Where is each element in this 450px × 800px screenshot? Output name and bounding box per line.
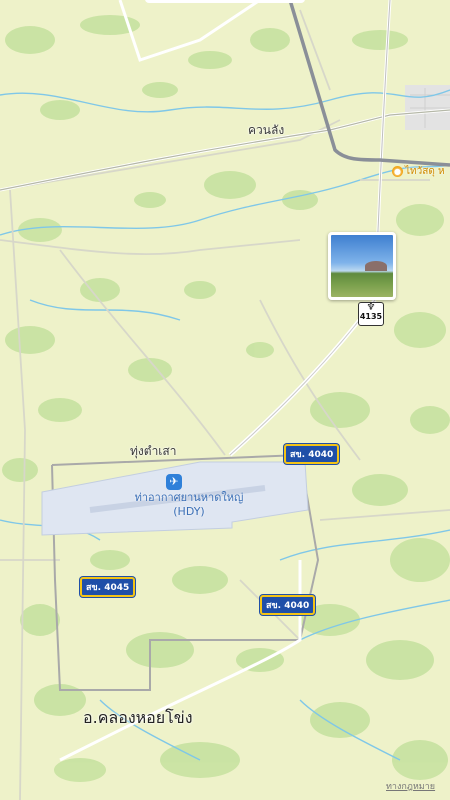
- airport-label[interactable]: ท่าอากาศยานหาดใหญ่ (HDY): [124, 491, 254, 519]
- garuda-crest-icon: ♆: [366, 302, 376, 313]
- road-shield-4040-south[interactable]: สข. 4040: [260, 595, 316, 615]
- map-canvas[interactable]: ควนลัง ทุ่งตำเสา อ.คลองหอยโข่ง ● ไทวัสดุ …: [0, 0, 450, 800]
- airport-name: ท่าอากาศยานหาดใหญ่: [134, 491, 244, 504]
- highway-badge-4135[interactable]: ♆ 4135: [358, 302, 384, 326]
- place-label-khuan-lang[interactable]: ควนลัง: [248, 121, 284, 140]
- photo-hill: [365, 261, 387, 271]
- map-top-handle: [145, 0, 305, 3]
- road-shield-text: สข. 4045: [86, 583, 130, 593]
- road-shield-text: สข. 4040: [290, 450, 334, 460]
- store-icon: ●: [392, 165, 403, 177]
- road-shield-4045[interactable]: สข. 4045: [80, 577, 136, 597]
- legal-link[interactable]: ทางกฎหมาย: [386, 779, 435, 793]
- map-base: [0, 0, 450, 800]
- road-shield-text: สข. 4040: [266, 601, 310, 611]
- place-label-thung-tam-sao[interactable]: ทุ่งตำเสา: [130, 442, 176, 461]
- poi-store[interactable]: ● ไทวัสดุ ห: [392, 164, 445, 179]
- airport-code: (HDY): [173, 505, 205, 518]
- location-photo-thumbnail[interactable]: [328, 232, 396, 300]
- highway-badge-number: 4135: [359, 312, 383, 321]
- airplane-icon[interactable]: ✈: [166, 474, 182, 490]
- district-label-khlong-hoi-khong[interactable]: อ.คลองหอยโข่ง: [83, 706, 193, 731]
- road-shield-4040-north[interactable]: สข. 4040: [284, 444, 340, 464]
- poi-store-label: ไทวัสดุ ห: [405, 166, 445, 177]
